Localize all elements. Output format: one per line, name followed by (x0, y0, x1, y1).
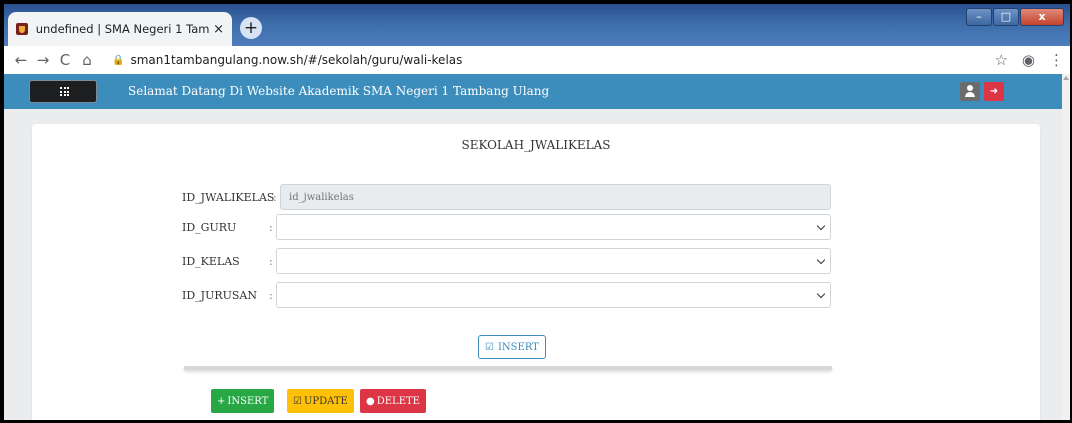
close-window-button[interactable]: x (1020, 8, 1064, 26)
url-text: sman1tambangulang.now.sh/#/sekolah/guru/… (130, 53, 463, 67)
form-row-id-jwalikelas: ID_JWALIKELAS : (182, 184, 831, 210)
page-content: Selamat Datang Di Website Akademik SMA N… (4, 74, 1070, 420)
browser-tab[interactable]: undefined | SMA Negeri 1 Tamb… × (8, 12, 232, 46)
page-scrollbar[interactable] (1062, 74, 1070, 420)
colon: : (269, 288, 273, 302)
maximize-button[interactable]: □ (993, 8, 1019, 26)
form-row-id-jurusan: ID_JURUSAN : (182, 282, 831, 308)
browser-menu-icon[interactable]: ⋮ (1049, 51, 1064, 69)
form-insert-button[interactable]: ☑ INSERT (478, 335, 546, 359)
app-header: Selamat Datang Di Website Akademik SMA N… (4, 74, 1062, 109)
id-jwalikelas-input[interactable] (281, 185, 830, 209)
insert-button[interactable]: + INSERT (211, 389, 275, 413)
remove-icon: ● (366, 395, 375, 407)
id-kelas-label: ID_KELAS (182, 254, 240, 268)
school-logo-icon (16, 23, 28, 35)
plus-icon: + (217, 395, 226, 407)
minimize-button[interactable]: – (966, 8, 992, 26)
chevron-down-icon (816, 289, 826, 299)
edit-icon: ☑ (293, 395, 302, 407)
id-guru-select[interactable] (276, 214, 831, 240)
update-label: UPDATE (303, 395, 348, 407)
chevron-down-icon (816, 255, 826, 265)
tab-title: undefined | SMA Negeri 1 Tamb… (35, 22, 210, 36)
lock-icon: 🔒 (112, 54, 125, 66)
delete-label: DELETE (376, 395, 420, 407)
reload-icon[interactable]: C (54, 51, 76, 69)
id-jurusan-label: ID_JURUSAN (182, 288, 258, 302)
browser-window: undefined | SMA Negeri 1 Tamb… × + – □ x… (4, 4, 1070, 420)
id-jwalikelas-label: ID_JWALIKELAS (182, 190, 275, 204)
id-jurusan-select[interactable] (276, 282, 831, 308)
id-guru-label: ID_GURU (182, 220, 237, 234)
chevron-down-icon (816, 221, 826, 231)
welcome-text: Selamat Datang Di Website Akademik SMA N… (128, 84, 550, 98)
grid-icon (60, 87, 69, 96)
back-arrow-icon[interactable]: ← (10, 51, 32, 69)
new-tab-button[interactable]: + (240, 17, 262, 39)
forward-arrow-icon[interactable]: → (32, 51, 54, 69)
browser-toolbar: ← → C ⌂ 🔒 sman1tambangulang.now.sh/#/sek… (4, 46, 1070, 74)
form-title: SEKOLAH_JWALIKELAS (461, 138, 611, 152)
id-kelas-select[interactable] (276, 248, 831, 274)
delete-button[interactable]: ● DELETE (360, 389, 426, 413)
profile-icon[interactable]: ◉ (1022, 51, 1035, 69)
tab-strip: undefined | SMA Negeri 1 Tamb… × + – □ x (4, 4, 1070, 46)
form-insert-label: INSERT (497, 341, 539, 353)
edit-icon: ☑ (485, 341, 494, 353)
logout-button[interactable]: ➜ (984, 82, 1004, 101)
insert-label: INSERT (227, 395, 269, 407)
form-row-id-guru: ID_GURU : (182, 214, 831, 240)
window-controls: – □ x (965, 8, 1064, 26)
divider (184, 366, 832, 370)
colon: : (269, 254, 273, 268)
id-jwalikelas-input-wrap (280, 184, 831, 210)
tab-close-icon[interactable]: × (213, 22, 224, 37)
update-button[interactable]: ☑ UPDATE (287, 389, 354, 413)
menu-toggle-button[interactable] (29, 80, 97, 103)
scroll-up-icon[interactable] (1063, 76, 1069, 80)
colon: : (273, 190, 277, 204)
home-icon[interactable]: ⌂ (76, 51, 98, 69)
colon: : (269, 220, 273, 234)
bookmark-star-icon[interactable]: ☆ (994, 51, 1007, 69)
user-button[interactable] (960, 82, 980, 101)
address-bar[interactable]: 🔒 sman1tambangulang.now.sh/#/sekolah/gur… (112, 53, 932, 67)
form-row-id-kelas: ID_KELAS : (182, 248, 831, 274)
